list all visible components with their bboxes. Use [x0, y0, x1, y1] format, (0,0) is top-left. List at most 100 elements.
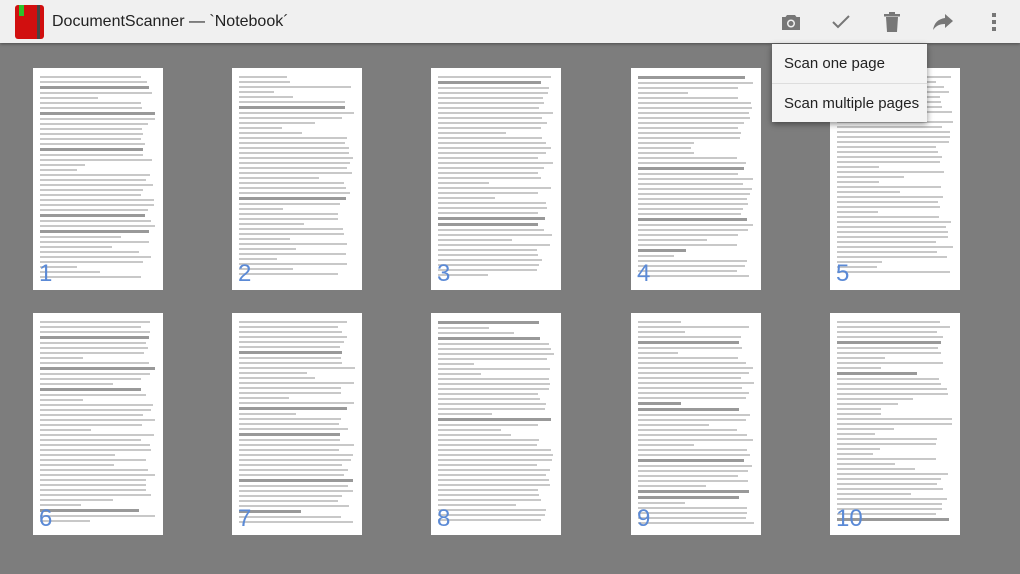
text-line	[438, 177, 541, 179]
delete-button[interactable]	[878, 8, 906, 36]
text-line	[438, 157, 539, 159]
text-line	[239, 177, 319, 179]
menu-item-scan-multiple-pages[interactable]: Scan multiple pages	[772, 83, 927, 122]
text-line	[40, 444, 150, 446]
text-line	[239, 167, 348, 169]
text-line	[638, 522, 754, 524]
text-line	[638, 270, 738, 272]
text-line	[638, 336, 742, 338]
text-line	[239, 96, 293, 98]
text-line	[40, 86, 149, 89]
text-line	[837, 408, 882, 410]
text-line	[837, 498, 948, 500]
text-line	[438, 234, 552, 236]
text-line	[40, 209, 149, 211]
text-line	[438, 207, 547, 209]
text-line	[837, 161, 940, 163]
text-line	[239, 336, 348, 338]
text-line	[40, 133, 143, 135]
menu-item-scan-one-page[interactable]: Scan one page	[772, 44, 927, 83]
text-line	[40, 326, 142, 328]
text-line	[40, 76, 141, 78]
text-line	[638, 234, 739, 236]
text-line	[638, 183, 744, 185]
page-number: 10	[836, 505, 863, 532]
text-line	[837, 372, 918, 375]
text-line	[239, 521, 354, 523]
text-line	[239, 428, 349, 430]
text-line	[837, 256, 948, 258]
text-line	[837, 141, 949, 143]
page-thumbnail[interactable]: 8	[431, 313, 561, 535]
page-thumbnail[interactable]: 4	[631, 68, 761, 290]
page-thumbnail[interactable]: 10	[830, 313, 960, 535]
text-line	[837, 166, 879, 168]
text-line	[239, 218, 339, 220]
text-line	[837, 331, 937, 333]
text-line	[438, 187, 551, 189]
text-line	[837, 146, 937, 148]
text-line	[239, 203, 341, 205]
page-thumbnail[interactable]: 7	[232, 313, 362, 535]
text-line	[438, 112, 554, 114]
text-line	[40, 342, 147, 344]
text-line	[837, 483, 937, 485]
text-line	[40, 454, 115, 456]
page-thumbnail[interactable]: 6	[33, 313, 163, 535]
text-line	[40, 321, 151, 323]
text-line	[40, 429, 91, 431]
text-line	[837, 336, 943, 338]
page-thumbnail[interactable]: 9	[631, 313, 761, 535]
overflow-menu-button[interactable]	[980, 8, 1008, 36]
text-line	[40, 199, 154, 201]
text-line	[239, 112, 354, 114]
text-line	[638, 326, 749, 328]
text-line	[638, 449, 748, 451]
text-line	[438, 514, 546, 516]
overflow-menu-icon	[992, 13, 996, 31]
text-line	[837, 393, 949, 395]
text-line	[438, 254, 538, 256]
text-line	[837, 211, 878, 213]
text-line	[239, 197, 346, 200]
camera-button[interactable]	[777, 8, 805, 36]
text-line	[438, 217, 545, 220]
text-line	[638, 132, 741, 134]
share-button[interactable]	[929, 8, 957, 36]
text-line	[837, 378, 940, 380]
text-line	[40, 469, 148, 471]
share-icon	[933, 14, 953, 30]
text-line	[638, 408, 739, 411]
text-line	[40, 169, 77, 171]
text-line	[638, 213, 741, 215]
text-line	[638, 347, 742, 349]
text-line	[638, 142, 694, 144]
text-line	[438, 182, 490, 184]
text-line	[239, 439, 340, 441]
page-thumbnail[interactable]: 2	[232, 68, 362, 290]
text-line	[438, 494, 539, 496]
page-thumbnail[interactable]: 3	[431, 68, 561, 290]
text-line	[438, 348, 552, 350]
text-line	[638, 485, 706, 487]
page-thumbnail[interactable]: 1	[33, 68, 163, 290]
text-line	[837, 181, 880, 183]
text-line	[40, 439, 142, 441]
text-line	[638, 239, 708, 241]
text-line	[438, 327, 489, 329]
text-line	[438, 321, 540, 324]
text-line	[239, 392, 342, 394]
text-line	[438, 337, 541, 340]
text-line	[837, 403, 899, 405]
text-line	[239, 223, 305, 225]
text-line	[837, 493, 911, 495]
text-line	[438, 102, 544, 104]
done-button[interactable]	[827, 8, 855, 36]
text-line	[638, 137, 741, 139]
text-line	[40, 399, 84, 401]
text-line	[638, 507, 748, 509]
text-line	[438, 429, 501, 431]
text-line	[40, 419, 156, 421]
text-line	[837, 423, 952, 425]
text-line	[638, 454, 751, 456]
